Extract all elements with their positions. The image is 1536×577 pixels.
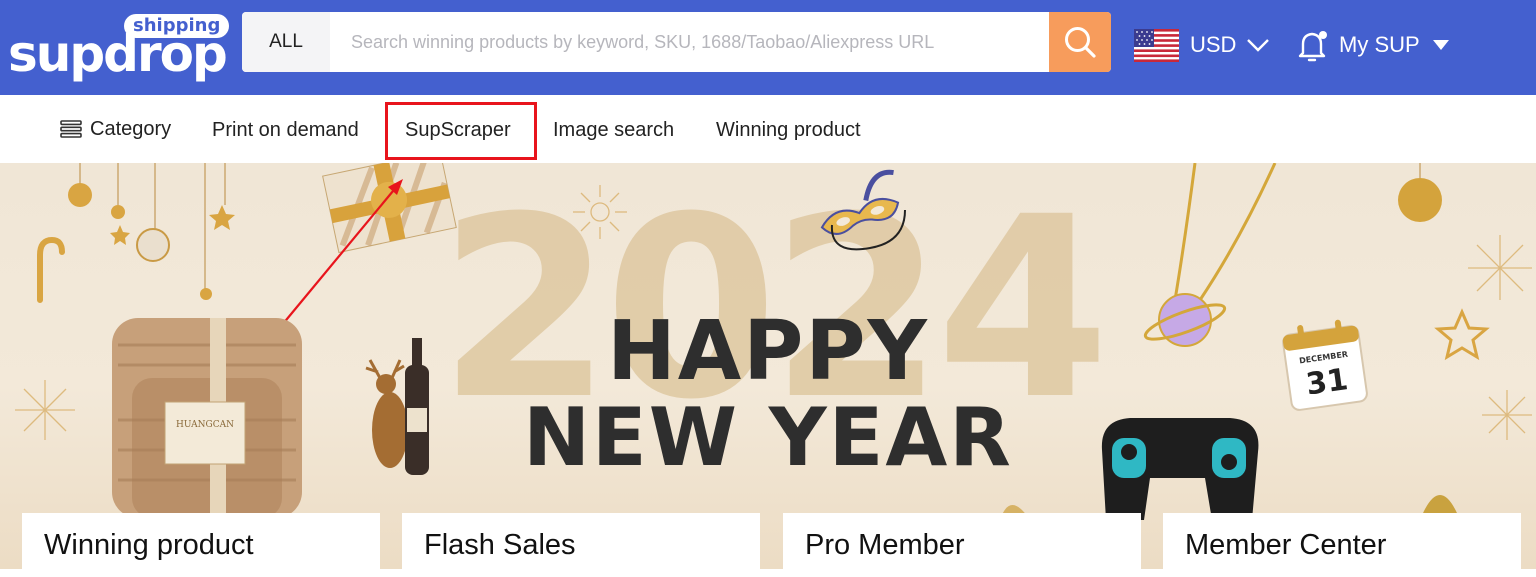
search-icon — [1065, 27, 1096, 58]
card-winning-product[interactable]: Winning product — [22, 513, 380, 573]
caret-down-icon — [1432, 39, 1449, 50]
us-flag-icon — [1134, 28, 1179, 62]
currency-selector[interactable]: USD — [1134, 28, 1270, 62]
main-nav: Category Print on demand SupScraper Imag… — [0, 95, 1536, 163]
nav-category[interactable]: Category — [60, 95, 171, 163]
banner-headline-line2: NEW YEAR — [523, 391, 1013, 484]
nav-print-on-demand[interactable]: Print on demand — [212, 95, 359, 163]
search-scope-select[interactable]: ALL — [242, 12, 330, 72]
account-menu[interactable]: My SUP — [1298, 26, 1449, 64]
search-button[interactable] — [1049, 12, 1111, 72]
banner-headline-line1: HAPPY — [607, 304, 929, 399]
card-flash-sales[interactable]: Flash Sales — [402, 513, 760, 573]
search-input[interactable] — [330, 12, 1050, 72]
account-label: My SUP — [1339, 32, 1420, 57]
nav-winning-product[interactable]: Winning product — [716, 95, 861, 163]
card-member-center[interactable]: Member Center — [1163, 513, 1521, 573]
nav-supscraper[interactable]: SupScraper — [405, 95, 511, 163]
currency-code: USD — [1190, 32, 1237, 57]
nav-category-label: Category — [90, 118, 172, 140]
new-year-banner[interactable]: 2024 HUANGCAN DECEMBER 31 HAPPY NEW YEAR — [0, 163, 1536, 569]
top-header: shipping supdrop ALL Search winning prod… — [0, 0, 1536, 95]
bell-icon — [1298, 31, 1327, 62]
nav-image-search[interactable]: Image search — [553, 95, 674, 163]
card-pro-member[interactable]: Pro Member — [783, 513, 1141, 573]
search-bar: ALL — [242, 12, 1111, 72]
logo-wordmark: supdrop — [8, 25, 228, 83]
menu-lines-icon — [60, 120, 82, 138]
chevron-down-icon — [1247, 39, 1270, 52]
supdrop-logo[interactable]: shipping supdrop — [6, 12, 230, 82]
